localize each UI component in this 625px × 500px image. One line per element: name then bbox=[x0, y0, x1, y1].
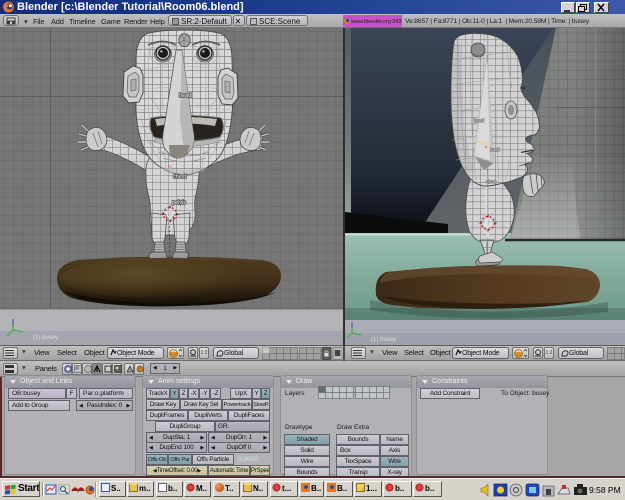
svg-text:(1) busey: (1) busey bbox=[33, 335, 58, 341]
svg-text:hand: hand bbox=[490, 147, 500, 152]
svg-text:chest: chest bbox=[173, 174, 187, 180]
svg-text:head: head bbox=[474, 118, 485, 123]
svg-text:(1) busey: (1) busey bbox=[371, 337, 396, 343]
svg-text:R.jaw: R.jaw bbox=[478, 140, 490, 145]
svg-text:chest: chest bbox=[486, 179, 497, 184]
svg-text:pelvis: pelvis bbox=[172, 200, 186, 206]
svg-text:head: head bbox=[179, 93, 191, 99]
